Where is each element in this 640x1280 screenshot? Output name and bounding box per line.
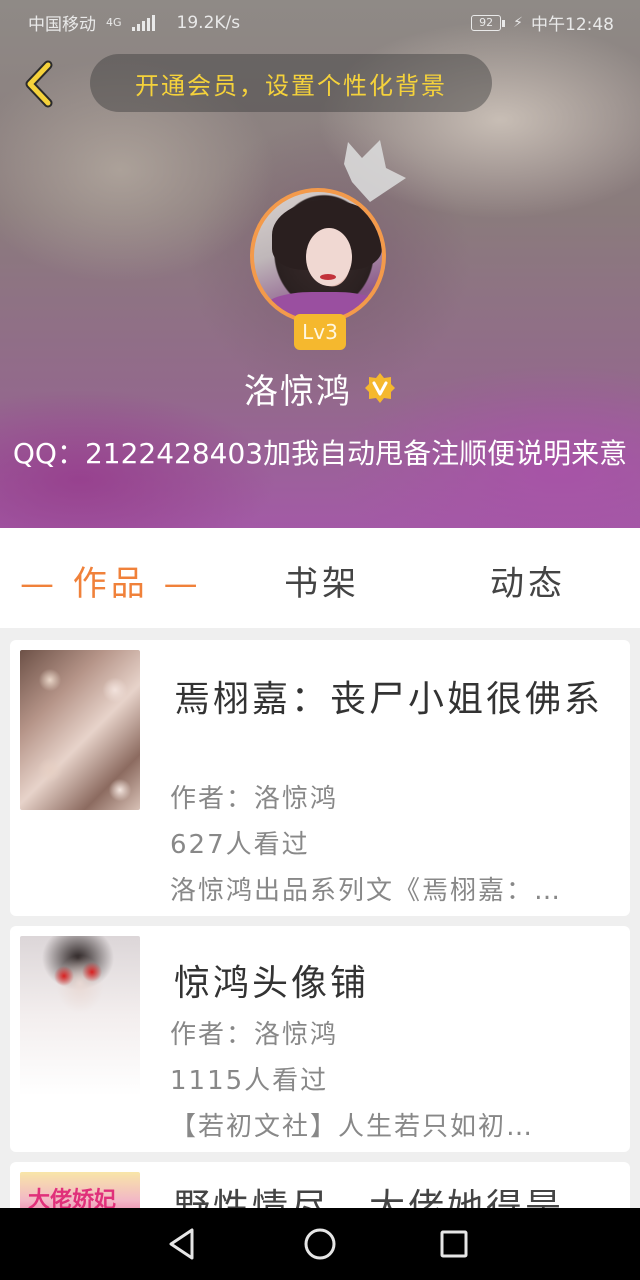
battery-level: 92 [479,16,494,29]
clock: 中午12:48 [531,15,614,35]
back-button[interactable] [16,56,62,112]
carrier-name: 中国移动 [28,15,96,35]
nav-home-button[interactable] [300,1224,340,1264]
verified-v-icon [365,373,395,403]
work-description: 洛惊鸿出品系列文《焉栩嘉：… [170,876,563,906]
work-views: 627人看过 [170,830,310,860]
crown-icon [344,140,406,202]
vip-promo-label: 开通会员，设置个性化背景 [135,71,447,100]
tab-bookshelf[interactable]: 书架 [284,556,360,605]
network-speed: 19.2K/s [176,12,241,33]
avatar[interactable] [250,188,386,324]
nav-back-button[interactable] [162,1224,202,1264]
battery-icon: 92 [471,14,506,31]
vip-promo-button[interactable]: 开通会员，设置个性化背景 [90,54,492,112]
work-card[interactable]: 惊鸿头像铺 作者：洛惊鸿 1115人看过 【若初文社】人生若只如初… [10,926,630,1152]
tab-works[interactable]: — 作品 — [20,556,202,605]
username-row: 洛惊鸿 [0,364,640,412]
work-card[interactable]: 焉栩嘉：丧尸小姐很佛系 作者：洛惊鸿 627人看过 洛惊鸿出品系列文《焉栩嘉：… [10,640,630,916]
work-author: 作者：洛惊鸿 [170,1020,339,1050]
level-label: Lv3 [302,320,338,344]
status-bar: 中国移动 4G 19.2K/s 92 ⚡ 中午12:48 [0,0,640,42]
work-cover-image [20,650,140,810]
work-title: 惊鸿头像铺 [174,963,370,1004]
profile-bio: QQ：2122428403加我自动甩备注顺便说明来意 [12,437,628,470]
charging-icon: ⚡ [513,14,523,31]
system-navigation-bar [0,1208,640,1280]
chevron-left-icon [25,60,53,108]
username: 洛惊鸿 [244,371,352,412]
work-cover-image [20,936,140,1096]
work-author: 作者：洛惊鸿 [170,784,339,814]
tab-moments[interactable]: 动态 [490,556,566,605]
work-views: 1115人看过 [170,1066,329,1096]
work-description: 【若初文社】人生若只如初… [170,1112,535,1142]
square-recent-icon [440,1230,468,1258]
signal-icon [131,14,155,31]
network-type: 4G [106,16,122,29]
work-title: 焉栩嘉：丧尸小姐很佛系 [174,679,604,720]
level-badge: Lv3 [294,314,346,350]
circle-home-icon [304,1228,336,1260]
content-tabs: — 作品 — 书架 动态 [0,528,640,638]
triangle-back-icon [169,1228,194,1260]
nav-recent-button[interactable] [434,1224,474,1264]
